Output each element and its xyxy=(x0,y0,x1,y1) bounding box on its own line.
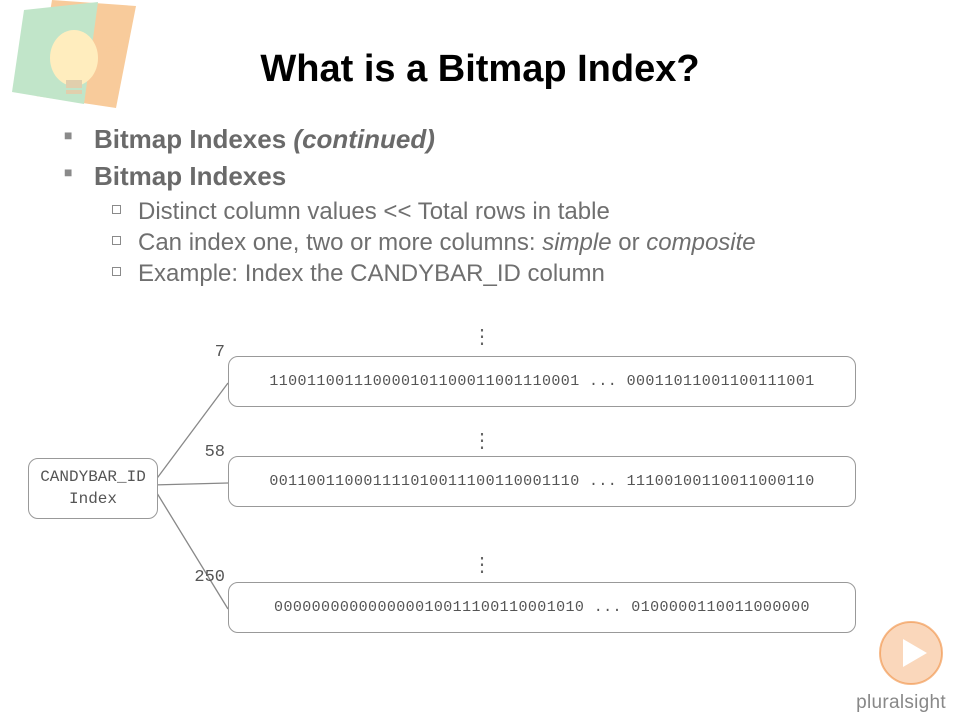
bullet-bitmap-indexes: Bitmap Indexes xyxy=(60,161,900,192)
index-label-line1: CANDYBAR_ID xyxy=(40,468,146,486)
bitmap-key-250: 250 xyxy=(185,568,225,587)
bitmap-row-7: 110011001110000101100011001110001 ... 00… xyxy=(228,356,856,407)
subbullet-example: Example: Index the CANDYBAR_ID column xyxy=(108,260,900,288)
bitmap-row-250: 000000000000000010011100110001010 ... 01… xyxy=(228,582,856,633)
index-label-line2: Index xyxy=(69,490,117,508)
index-root-box: CANDYBAR_ID Index xyxy=(28,458,158,519)
play-icon xyxy=(878,620,944,686)
bullet-bitmap-indexes-continued: Bitmap Indexes (continued) xyxy=(60,124,900,155)
slide-title: What is a Bitmap Index? xyxy=(0,48,960,91)
subbullet-simple-composite: Can index one, two or more columns: simp… xyxy=(108,229,900,257)
bitmap-row-58: 001100110001111010011100110001110 ... 11… xyxy=(228,456,856,507)
vertical-ellipsis: ⋮ xyxy=(470,324,494,350)
subbullet-distinct-values: Distinct column values << Total rows in … xyxy=(108,198,900,226)
bullet-text: Bitmap Indexes xyxy=(94,124,293,154)
play-button[interactable] xyxy=(878,620,944,686)
slide-bullets: Bitmap Indexes (continued) Bitmap Indexe… xyxy=(60,118,900,291)
bitmap-key-7: 7 xyxy=(185,343,225,362)
vertical-ellipsis: ⋮ xyxy=(470,552,494,578)
bullet-text-italic: (continued) xyxy=(293,124,435,154)
bitmap-key-58: 58 xyxy=(185,443,225,462)
subbullet-text-italic: simple xyxy=(542,229,611,256)
subbullet-text: or xyxy=(612,229,647,256)
subbullet-text-italic: composite xyxy=(646,229,755,256)
bitmap-index-diagram: CANDYBAR_ID Index ⋮ 7 110011001110000101… xyxy=(0,310,960,660)
brand-label: pluralsight xyxy=(856,692,946,714)
subbullet-text: Can index one, two or more columns: xyxy=(138,229,542,256)
vertical-ellipsis: ⋮ xyxy=(470,428,494,454)
